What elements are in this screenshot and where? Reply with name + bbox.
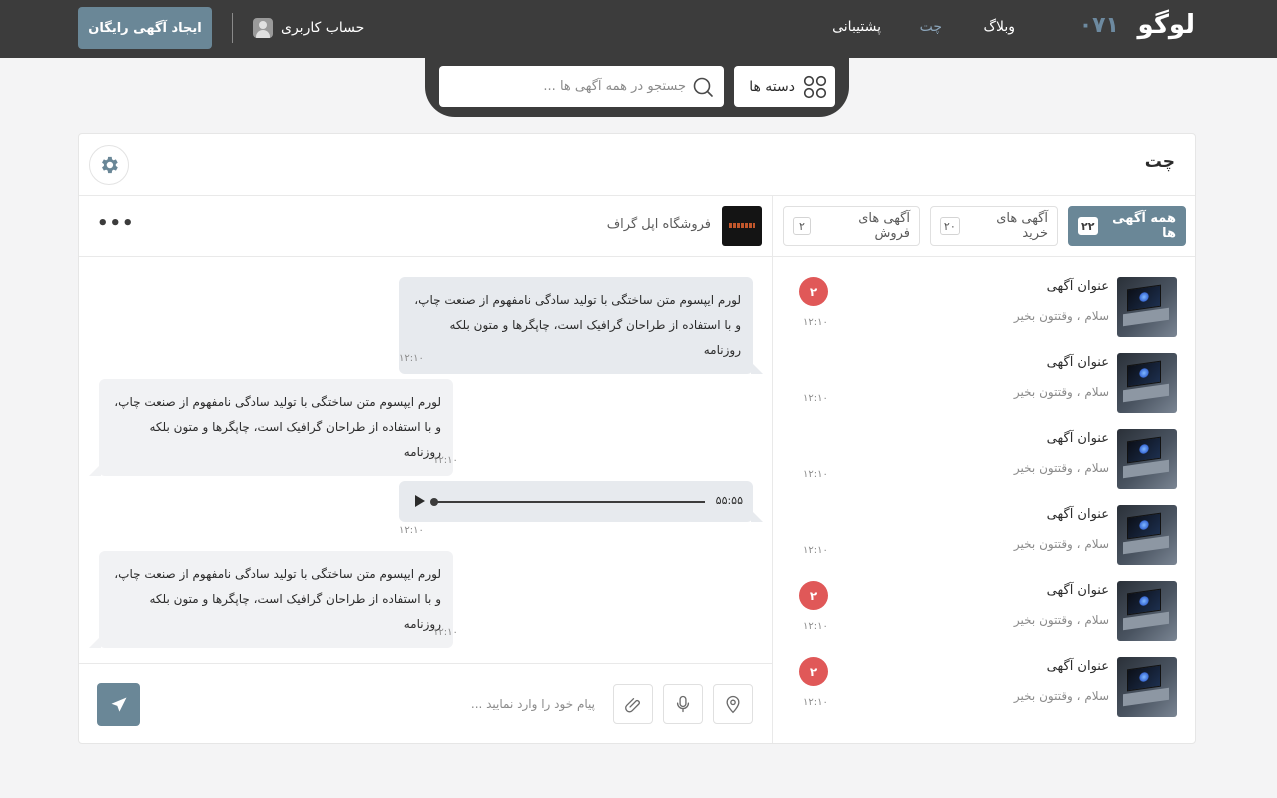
message-line: لورم ایپسوم متن ساختگی با تولید سادگی نا…: [414, 293, 741, 307]
composer-divider: [79, 663, 772, 664]
audio-message: ۵۵:۵۵: [399, 481, 763, 522]
chat-header-divider: [79, 256, 772, 257]
message-input[interactable]: [329, 684, 595, 724]
message-line: و با استفاده از طراحان گرافیک است، چاپگر…: [449, 318, 741, 357]
top-navbar: لوگو ۰۷۱ وبلاگ چت پشتیبانی حساب کاربری ا…: [0, 0, 1277, 58]
message-line: و با استفاده از طراحان گرافیک است، چاپگر…: [149, 592, 441, 631]
tab-label: آگهی های خرید: [996, 211, 1048, 241]
conversation-item[interactable]: عنوان آگهی سلام ، وقتتون بخیر ۱۲:۱۰: [792, 353, 1177, 415]
logo[interactable]: لوگو: [1138, 10, 1195, 40]
message-time: ۱۲:۱۰: [803, 621, 828, 632]
account-link[interactable]: حساب کاربری: [253, 17, 364, 39]
nav-support-link[interactable]: پشتیبانی: [832, 19, 881, 35]
received-message: لورم ایپسوم متن ساختگی با تولید سادگی نا…: [89, 551, 453, 648]
nav-blog-link[interactable]: وبلاگ: [983, 19, 1015, 35]
conversation-item[interactable]: عنوان آگهی سلام ، وقتتون بخیر ۲ ۱۲:۱۰: [792, 581, 1177, 643]
ad-title: عنوان آگهی: [1046, 659, 1109, 674]
message-time: ۱۲:۱۰: [399, 353, 424, 364]
voice-record-button[interactable]: [663, 684, 703, 724]
shop-avatar[interactable]: [722, 206, 762, 246]
tab-buy-ads[interactable]: آگهی های خرید ۲۰: [930, 206, 1058, 246]
account-label: حساب کاربری: [281, 20, 365, 36]
ad-title: عنوان آگهی: [1046, 583, 1109, 598]
search-icon: [693, 77, 713, 97]
settings-button[interactable]: [89, 145, 129, 185]
user-icon: [253, 18, 273, 38]
message-line: و با استفاده از طراحان گرافیک است، چاپگر…: [149, 420, 441, 459]
categories-label: دسته ها: [749, 78, 795, 95]
message-line: لورم ایپسوم متن ساختگی با تولید سادگی نا…: [114, 567, 441, 581]
ad-thumbnail: [1117, 429, 1177, 489]
gear-icon: [102, 156, 118, 174]
tab-all-ads[interactable]: همه آگهی ها ۲۲: [1068, 206, 1186, 246]
title-divider: [79, 195, 1195, 196]
search-input[interactable]: جستجو در همه آگهی ها ...: [439, 66, 724, 107]
paperclip-icon: [625, 698, 640, 713]
ad-thumbnail: [1117, 277, 1177, 337]
panel-divider: [772, 195, 773, 743]
conversation-item[interactable]: عنوان آگهی سلام ، وقتتون بخیر ۲ ۱۲:۱۰: [792, 657, 1177, 719]
sent-message: لورم ایپسوم متن ساختگی با تولید سادگی نا…: [399, 277, 763, 374]
last-message: سلام ، وقتتون بخیر: [1013, 385, 1109, 399]
tab-label: همه آگهی ها: [1112, 211, 1176, 241]
ad-title: عنوان آگهی: [1046, 355, 1109, 370]
last-message: سلام ، وقتتون بخیر: [1013, 613, 1109, 627]
last-message: سلام ، وقتتون بخیر: [1013, 689, 1109, 703]
message-time: ۱۲:۱۰: [433, 455, 458, 466]
last-message: سلام ، وقتتون بخیر: [1013, 537, 1109, 551]
tab-count: ۲۰: [940, 217, 960, 235]
tab-count: ۲۲: [1078, 217, 1098, 235]
ad-title: عنوان آگهی: [1046, 507, 1109, 522]
ad-thumbnail: [1117, 657, 1177, 717]
nav-chat-link[interactable]: چت: [920, 19, 942, 35]
header-divider: [232, 13, 233, 43]
message-time: ۱۲:۱۰: [803, 317, 828, 328]
message-time: ۱۲:۱۰: [803, 393, 828, 404]
ad-thumbnail: [1117, 353, 1177, 413]
unread-badge: ۲: [799, 277, 828, 306]
create-free-ad-button[interactable]: ایجاد آگهی رایگان: [78, 7, 212, 49]
tab-count: ۲: [793, 217, 811, 235]
audio-progress-knob[interactable]: [430, 498, 438, 506]
tab-label: آگهی های فروش: [858, 211, 910, 241]
conversation-item[interactable]: عنوان آگهی سلام ، وقتتون بخیر ۱۲:۱۰: [792, 429, 1177, 491]
categories-button[interactable]: دسته ها: [734, 66, 835, 107]
last-message: سلام ، وقتتون بخیر: [1013, 461, 1109, 475]
play-icon[interactable]: [415, 495, 425, 507]
audio-progress-track[interactable]: [433, 501, 705, 503]
send-button[interactable]: [97, 683, 140, 726]
send-icon: [111, 697, 126, 712]
message-time: ۱۲:۱۰: [803, 545, 828, 556]
tabs-divider: [772, 256, 1195, 257]
message-time: ۱۲:۱۰: [803, 469, 828, 480]
location-icon: [726, 695, 740, 714]
received-message: لورم ایپسوم متن ساختگی با تولید سادگی نا…: [89, 379, 453, 476]
grid-icon: [803, 75, 827, 99]
ad-title: عنوان آگهی: [1046, 279, 1109, 294]
logo-number: ۰۷۱: [1078, 13, 1119, 38]
message-time: ۱۲:۱۰: [399, 525, 424, 536]
conversation-item[interactable]: عنوان آگهی سلام ، وقتتون بخیر ۱۲:۱۰: [792, 505, 1177, 567]
audio-duration: ۵۵:۵۵: [715, 494, 743, 507]
message-time: ۱۲:۱۰: [803, 697, 828, 708]
tab-sell-ads[interactable]: آگهی های فروش ۲: [783, 206, 920, 246]
microphone-icon: [676, 695, 690, 713]
page-title: چت: [1144, 152, 1175, 172]
more-options-icon[interactable]: •••: [97, 214, 135, 234]
shop-name[interactable]: فروشگاه اپل گراف: [607, 217, 711, 232]
attach-button[interactable]: [613, 684, 653, 724]
message-line: لورم ایپسوم متن ساختگی با تولید سادگی نا…: [114, 395, 441, 409]
search-placeholder: جستجو در همه آگهی ها ...: [543, 79, 686, 94]
unread-badge: ۲: [799, 657, 828, 686]
last-message: سلام ، وقتتون بخیر: [1013, 309, 1109, 323]
conversation-item[interactable]: عنوان آگهی سلام ، وقتتون بخیر ۲ ۱۲:۱۰: [792, 277, 1177, 339]
unread-badge: ۲: [799, 581, 828, 610]
ad-thumbnail: [1117, 581, 1177, 641]
chat-card: چت همه آگهی ها ۲۲ آگهی های خرید ۲۰ آگهی …: [78, 133, 1196, 744]
location-button[interactable]: [713, 684, 753, 724]
ad-thumbnail: [1117, 505, 1177, 565]
message-time: ۱۲:۱۰: [433, 627, 458, 638]
ad-title: عنوان آگهی: [1046, 431, 1109, 446]
